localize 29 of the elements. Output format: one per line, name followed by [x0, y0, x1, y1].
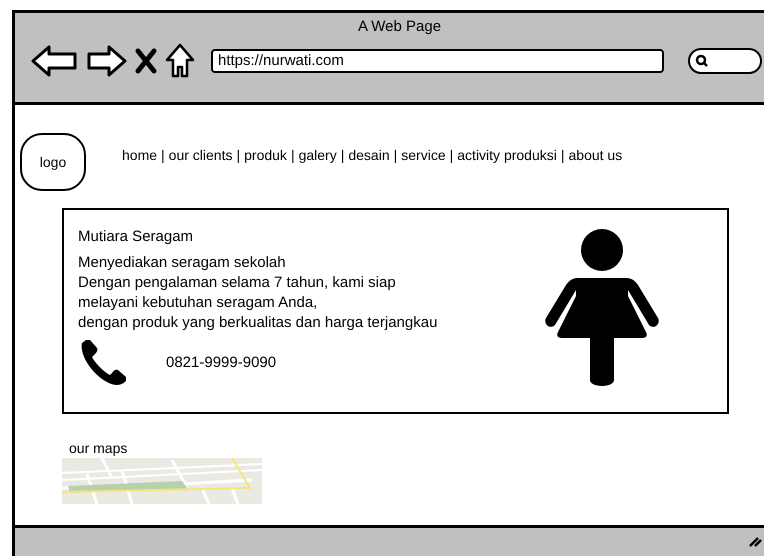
window-title: A Web Page	[356, 18, 442, 35]
home-icon[interactable]	[165, 43, 195, 79]
nav-separator: |	[394, 147, 398, 163]
nav-separator: |	[340, 147, 344, 163]
search-field[interactable]	[688, 48, 762, 74]
nav-separator: |	[236, 147, 240, 163]
card-title: Mutiara Seragam	[78, 228, 194, 245]
nav-link[interactable]: activity produksi	[457, 147, 557, 163]
nav-separator: |	[560, 147, 564, 163]
logo: logo	[20, 133, 86, 191]
card-description: Menyediakan seragam sekolah Dengan pengalaman selama 7 tahun, kami siap melayani kebutuhan seragam Anda, dengan produk yang berkualitas dan harga terjangkau	[78, 253, 438, 333]
close-icon[interactable]	[135, 48, 157, 74]
nav-link[interactable]: home	[122, 147, 158, 163]
nav-link[interactable]: galery	[298, 147, 337, 163]
nav-separator: |	[450, 147, 454, 163]
nav-link[interactable]: our clients	[168, 147, 232, 163]
nav-link[interactable]: produk	[244, 147, 287, 163]
nav-link[interactable]: service	[401, 147, 446, 163]
forward-icon[interactable]	[87, 44, 127, 78]
address-field[interactable]: https://nurwati.com	[211, 49, 664, 73]
nav-separator: |	[290, 147, 295, 163]
back-icon[interactable]	[31, 44, 79, 78]
nav-separator: |	[161, 147, 165, 163]
nav-link[interactable]: about us	[568, 147, 622, 163]
maps-label: our maps	[69, 440, 128, 456]
phone-number: 0821-9999-9090	[166, 354, 276, 370]
search-icon	[695, 54, 709, 68]
resize-handle-icon[interactable]	[748, 534, 762, 548]
nav-link[interactable]: desain	[348, 147, 390, 163]
